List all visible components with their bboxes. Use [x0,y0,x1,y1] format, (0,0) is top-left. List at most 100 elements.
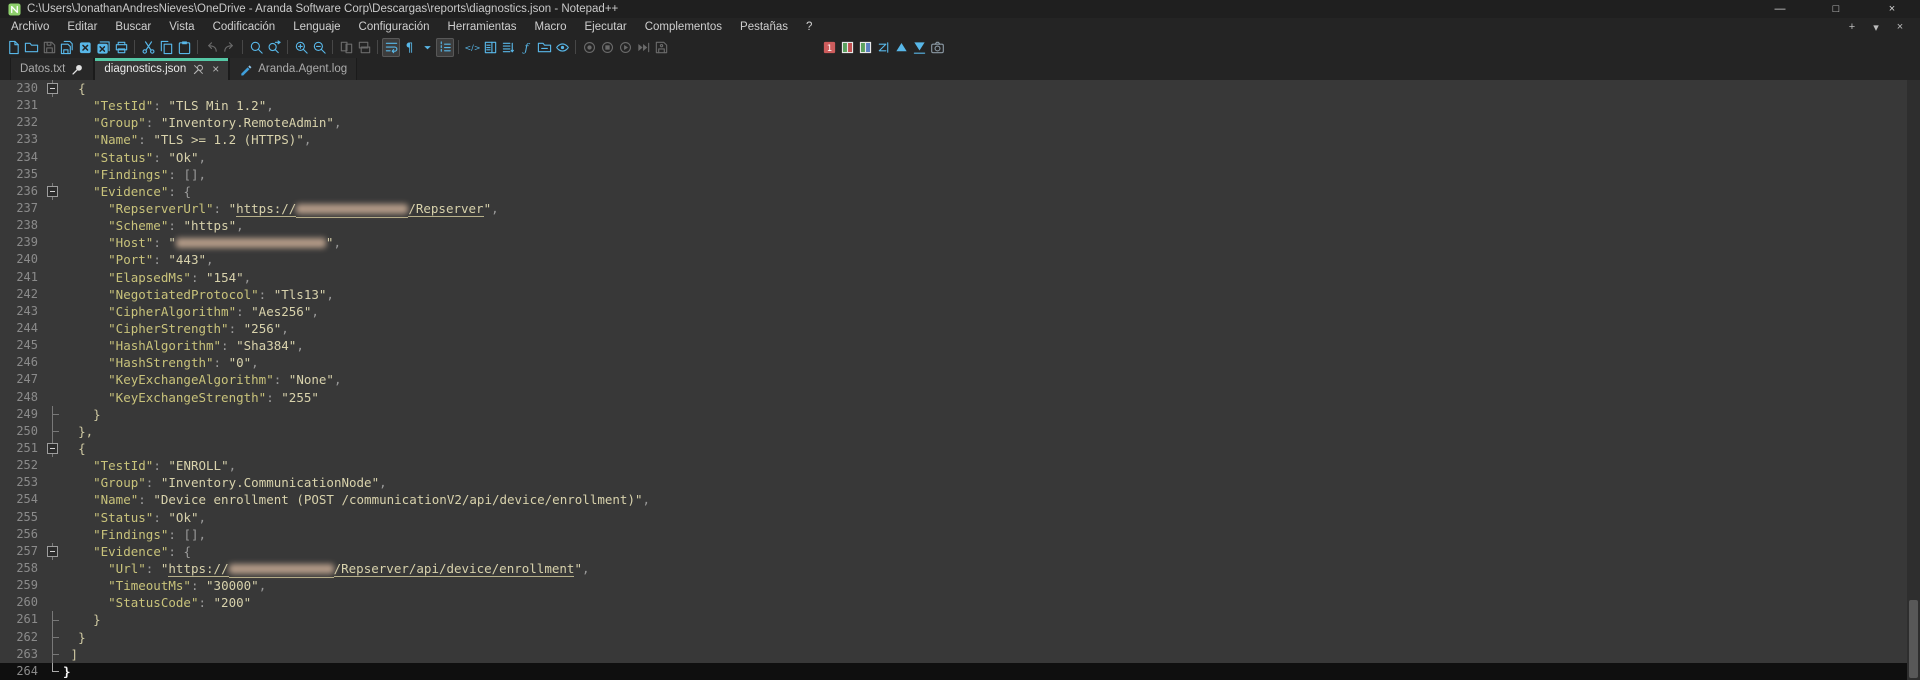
open-file-icon[interactable] [22,38,40,57]
code-line[interactable]: 233 "Name": "TLS >= 1.2 (HTTPS)", [0,131,1920,148]
pin-outline-icon[interactable] [192,63,205,76]
tab-datos-txt[interactable]: Datos.txt [10,58,94,80]
menu-item-pesta-as[interactable]: Pestañas [731,21,797,33]
code-area[interactable]: 230 {231 "TestId": "TLS Min 1.2",232 "Gr… [0,80,1920,680]
new-tab-icon[interactable]: + [1840,21,1864,33]
menu-item-codificaci-n[interactable]: Codificación [204,21,285,33]
code-line[interactable]: 237 "RepserverUrl": "https:///Repserver"… [0,200,1920,217]
code-line[interactable]: 259 "TimeoutMs": "30000", [0,577,1920,594]
paste-icon[interactable] [175,38,193,57]
macro-play-icon[interactable] [616,38,634,57]
code-line[interactable]: 258 "Url": "https:///Repserver/api/devic… [0,560,1920,577]
scrollbar-thumb[interactable] [1909,600,1918,678]
fold-toggle-icon[interactable] [43,80,63,97]
plugin-prev-diff-icon[interactable] [892,38,910,57]
macro-stop-icon[interactable] [598,38,616,57]
code-line[interactable]: 240 "Port": "443", [0,251,1920,268]
code-line[interactable]: 251 { [0,440,1920,457]
code-line[interactable]: 232 "Group": "Inventory.RemoteAdmin", [0,114,1920,131]
zoom-in-icon[interactable] [292,38,310,57]
plugin-next-diff-icon[interactable] [910,38,928,57]
fold-toggle-icon[interactable] [43,440,63,457]
code-line[interactable]: 249 } [0,406,1920,423]
word-wrap-icon[interactable] [382,38,400,57]
sync-horizontal-scroll-icon[interactable] [355,38,373,57]
undo-icon[interactable] [202,38,220,57]
new-file-icon[interactable] [4,38,22,57]
code-line[interactable]: 257 "Evidence": { [0,543,1920,560]
code-line[interactable]: 231 "TestId": "TLS Min 1.2", [0,97,1920,114]
code-line[interactable]: 236 "Evidence": { [0,183,1920,200]
copy-icon[interactable] [157,38,175,57]
tab-aranda-agent-log[interactable]: Aranda.Agent.log [229,58,357,80]
menu-item-herramientas[interactable]: Herramientas [439,21,526,33]
show-symbols-dropdown-icon[interactable] [418,38,436,57]
menu-item-buscar[interactable]: Buscar [106,21,160,33]
redo-icon[interactable] [220,38,238,57]
code-line[interactable]: 262 } [0,629,1920,646]
menu-item-ejecutar[interactable]: Ejecutar [576,21,636,33]
document-list-icon[interactable] [499,38,517,57]
code-line[interactable]: 235 "Findings": [], [0,166,1920,183]
show-indent-guide-icon[interactable] [436,38,454,57]
sync-vertical-scroll-icon[interactable] [337,38,355,57]
folder-as-workspace-icon[interactable] [535,38,553,57]
save-file-icon[interactable] [40,38,58,57]
code-line[interactable]: 260 "StatusCode": "200" [0,594,1920,611]
view-in-browser-icon[interactable]: </> [463,38,481,57]
plugin-snapshot-icon[interactable] [928,38,946,57]
code-line[interactable]: 243 "CipherAlgorithm": "Aes256", [0,303,1920,320]
code-line[interactable]: 234 "Status": "Ok", [0,149,1920,166]
close-tab-icon[interactable]: × [212,62,219,76]
plugin-compare-first-icon[interactable] [838,38,856,57]
show-all-characters-icon[interactable]: ¶ [400,38,418,57]
print-icon[interactable] [112,38,130,57]
fold-toggle-icon[interactable] [43,543,63,560]
cut-icon[interactable] [139,38,157,57]
pin-icon[interactable] [71,63,84,76]
menu-item-archivo[interactable]: Archivo [2,21,58,33]
zoom-out-icon[interactable] [310,38,328,57]
code-line[interactable]: 263 ] [0,646,1920,663]
code-line[interactable]: 242 "NegotiatedProtocol": "Tls13", [0,286,1920,303]
file-monitoring-icon[interactable] [553,38,571,57]
find-icon[interactable] [247,38,265,57]
code-line[interactable]: 256 "Findings": [], [0,526,1920,543]
document-map-icon[interactable] [481,38,499,57]
code-line[interactable]: 244 "CipherStrength": "256", [0,320,1920,337]
code-line[interactable]: 254 "Name": "Device enrollment (POST /co… [0,491,1920,508]
code-line[interactable]: 255 "Status": "Ok", [0,509,1920,526]
editor[interactable]: 230 {231 "TestId": "TLS Min 1.2",232 "Gr… [0,80,1920,680]
maximize-button[interactable]: □ [1808,0,1864,18]
code-line[interactable]: 246 "HashStrength": "0", [0,354,1920,371]
menu-item-configuraci-n[interactable]: Configuración [350,21,439,33]
code-line[interactable]: 239 "Host": "", [0,234,1920,251]
macro-run-multiple-icon[interactable] [634,38,652,57]
plugin-compare-icon[interactable] [856,38,874,57]
fold-toggle-icon[interactable] [43,183,63,200]
macro-record-icon[interactable] [580,38,598,57]
menu-item-vista[interactable]: Vista [160,21,203,33]
code-line[interactable]: 241 "ElapsedMs": "154", [0,269,1920,286]
code-line[interactable]: 250 }, [0,423,1920,440]
minimize-button[interactable]: — [1752,0,1808,18]
save-all-icon[interactable] [58,38,76,57]
replace-icon[interactable] [265,38,283,57]
close-tab-icon[interactable]: × [1888,21,1912,33]
menu-item-lenguaje[interactable]: Lenguaje [284,21,349,33]
function-list-icon[interactable]: ƒ [517,38,535,57]
vertical-scrollbar[interactable] [1907,80,1920,680]
code-line[interactable]: 261 } [0,611,1920,628]
close-file-icon[interactable] [76,38,94,57]
close-all-files-icon[interactable] [94,38,112,57]
code-line[interactable]: 253 "Group": "Inventory.CommunicationNod… [0,474,1920,491]
plugin-mime-tools-icon[interactable]: 1 [820,38,838,57]
tab-list-icon[interactable]: ▾ [1864,21,1888,34]
code-line[interactable]: 247 "KeyExchangeAlgorithm": "None", [0,371,1920,388]
code-line[interactable]: 238 "Scheme": "https", [0,217,1920,234]
code-line[interactable]: 252 "TestId": "ENROLL", [0,457,1920,474]
tab-diagnostics-json[interactable]: diagnostics.json× [94,58,229,80]
menu-item-macro[interactable]: Macro [526,21,576,33]
menu-item--[interactable]: ? [797,21,821,33]
code-line[interactable]: 245 "HashAlgorithm": "Sha384", [0,337,1920,354]
